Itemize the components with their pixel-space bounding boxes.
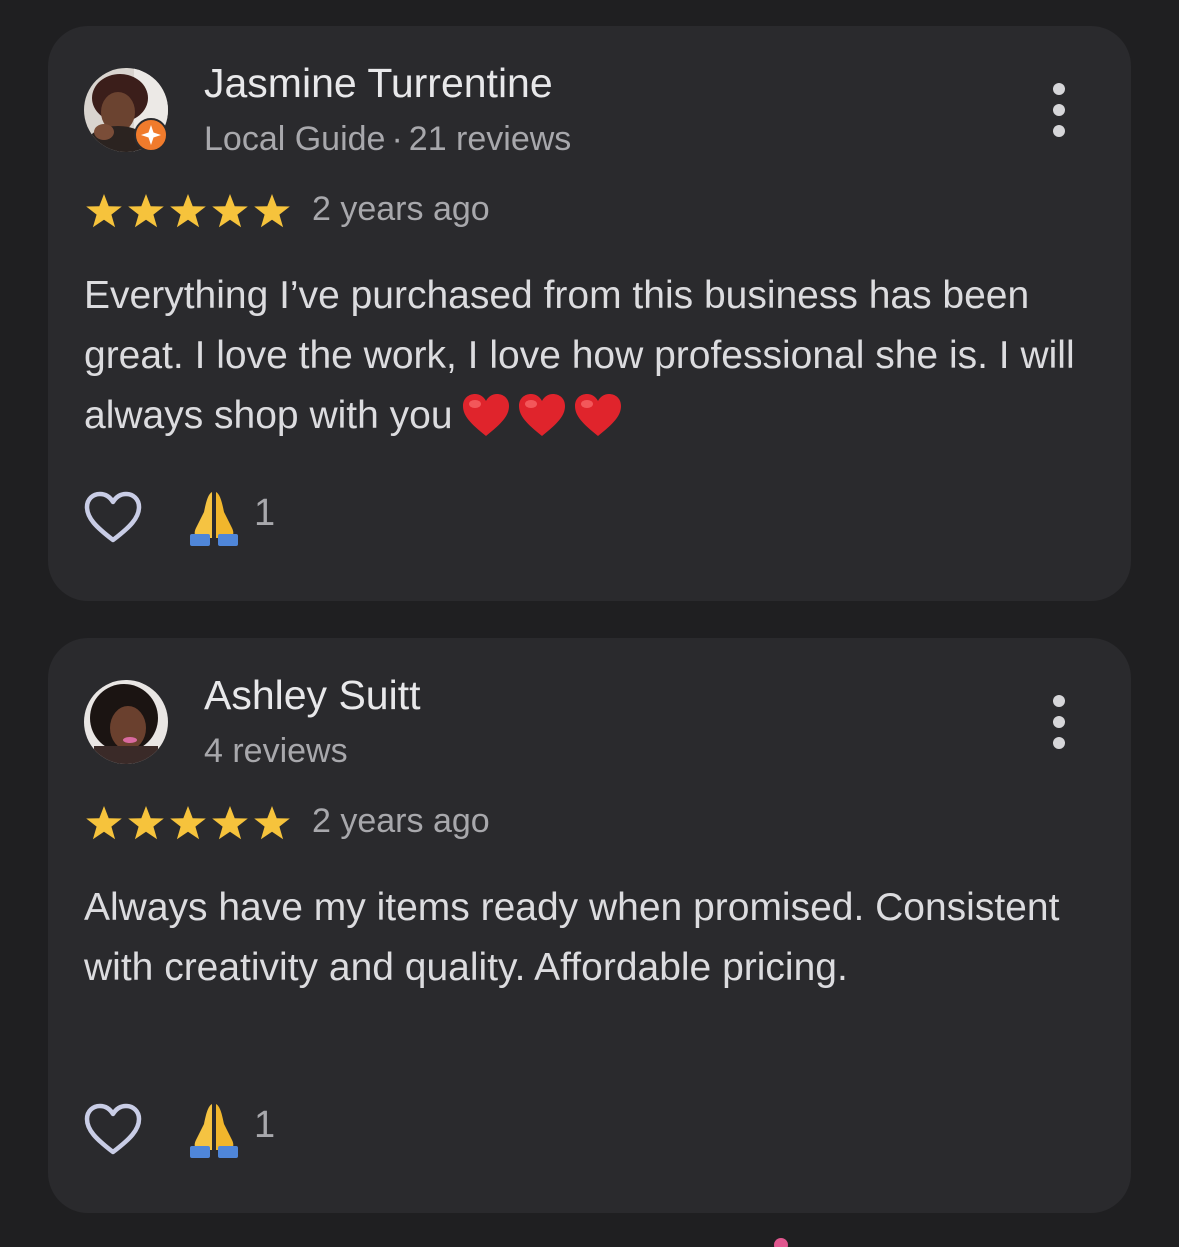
more-vert-icon bbox=[1053, 695, 1065, 707]
review-count: 4 reviews bbox=[204, 732, 348, 770]
heart-outline-icon[interactable] bbox=[82, 488, 144, 546]
reviewer-name[interactable]: Jasmine Turrentine bbox=[204, 60, 553, 107]
reaction-count: 1 bbox=[254, 1104, 276, 1146]
heart-outline-icon[interactable] bbox=[82, 1100, 144, 1158]
reviewer-meta: 4 reviews bbox=[204, 732, 348, 771]
avatar-photo bbox=[84, 680, 168, 764]
star-icon bbox=[212, 806, 248, 840]
heart-emojis bbox=[461, 392, 629, 438]
praying-hands-icon[interactable] bbox=[184, 1100, 244, 1158]
more-vert-icon bbox=[1053, 83, 1065, 95]
star-icon bbox=[86, 194, 122, 228]
review-time: 2 years ago bbox=[312, 190, 490, 228]
star-icon bbox=[170, 194, 206, 228]
review-count: 21 reviews bbox=[408, 120, 572, 158]
review-card: Ashley Suitt 4 reviews 2 years ago Alway… bbox=[48, 638, 1131, 1213]
reviewer-name[interactable]: Ashley Suitt bbox=[204, 672, 421, 719]
avatar[interactable] bbox=[84, 680, 168, 764]
praying-hands-icon[interactable] bbox=[184, 488, 244, 546]
star-icon bbox=[212, 194, 248, 228]
red-heart-icon bbox=[574, 394, 621, 436]
review-text-block: Always have my items ready when promised… bbox=[84, 878, 1084, 998]
star-icon bbox=[254, 806, 290, 840]
more-options-button[interactable] bbox=[1042, 80, 1076, 140]
separator: · bbox=[391, 120, 403, 158]
reviews-page: Jasmine Turrentine Local Guide · 21 review… bbox=[0, 0, 1179, 1247]
red-heart-icon bbox=[462, 394, 509, 436]
local-guide-badge-icon bbox=[134, 118, 168, 152]
reviewer-meta: Local Guide · 21 reviews bbox=[204, 120, 571, 159]
avatar[interactable] bbox=[84, 68, 168, 152]
star-icon bbox=[128, 806, 164, 840]
red-heart-icon bbox=[518, 394, 565, 436]
star-rating bbox=[84, 804, 294, 842]
star-icon bbox=[170, 806, 206, 840]
star-icon bbox=[86, 806, 122, 840]
more-options-button[interactable] bbox=[1042, 692, 1076, 752]
star-icon bbox=[254, 194, 290, 228]
reaction-count: 1 bbox=[254, 492, 276, 534]
star-rating bbox=[84, 192, 294, 230]
review-text: Always have my items ready when promised… bbox=[84, 886, 1060, 989]
star-icon bbox=[128, 194, 164, 228]
review-card: Jasmine Turrentine Local Guide · 21 review… bbox=[48, 26, 1131, 601]
review-time: 2 years ago bbox=[312, 802, 490, 840]
review-text-block: Everything I’ve purchased from this busi… bbox=[84, 266, 1084, 446]
local-guide-label: Local Guide bbox=[204, 120, 386, 158]
page-indicator-dot bbox=[774, 1238, 788, 1247]
